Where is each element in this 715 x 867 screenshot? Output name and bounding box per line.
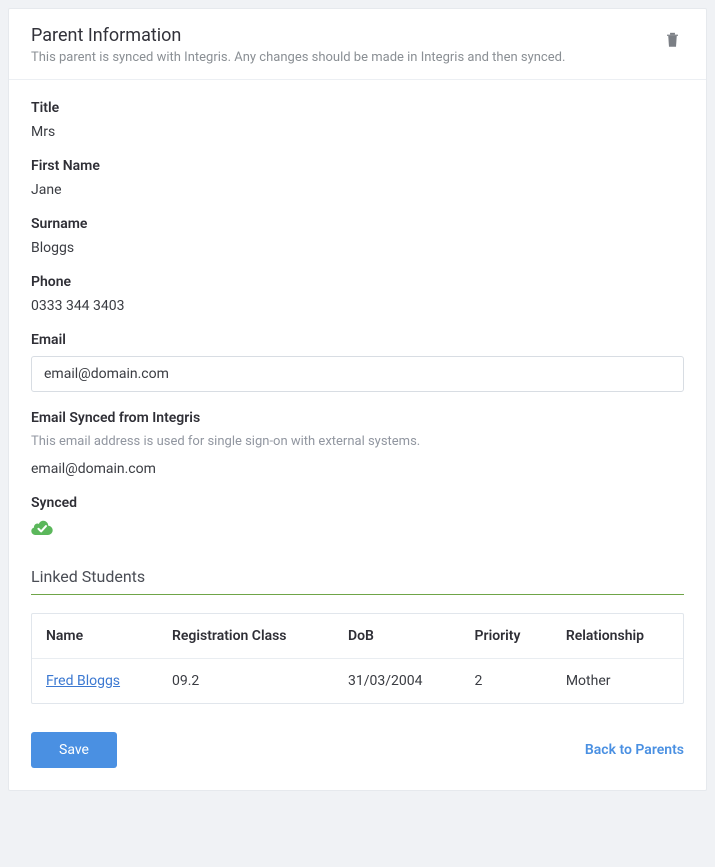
cell-relationship: Mother	[552, 659, 683, 704]
col-dob: DoB	[334, 614, 461, 659]
linked-students-table: Name Registration Class DoB Priority Rel…	[32, 614, 683, 703]
surname-label: Surname	[31, 216, 684, 232]
student-name-link[interactable]: Fred Bloggs	[46, 673, 120, 689]
card-footer: Save Back to Parents	[9, 710, 706, 790]
field-first-name: First Name Jane	[31, 158, 684, 198]
col-relationship: Relationship	[552, 614, 683, 659]
card-header: Parent Information This parent is synced…	[9, 9, 706, 80]
col-reg-class: Registration Class	[158, 614, 334, 659]
col-name: Name	[32, 614, 158, 659]
field-surname: Surname Bloggs	[31, 216, 684, 256]
save-button[interactable]: Save	[31, 732, 117, 768]
synced-label: Synced	[31, 495, 684, 511]
email-input[interactable]	[31, 356, 684, 392]
title-value: Mrs	[31, 124, 684, 140]
synced-email-label: Email Synced from Integris	[31, 410, 684, 426]
field-synced: Synced	[31, 495, 684, 539]
linked-students-title: Linked Students	[31, 567, 684, 595]
table-row: Fred Bloggs 09.2 31/03/2004 2 Mother	[32, 659, 683, 704]
firstname-label: First Name	[31, 158, 684, 174]
phone-value: 0333 344 3403	[31, 298, 684, 314]
page-title: Parent Information	[31, 25, 661, 46]
synced-email-value: email@domain.com	[31, 461, 684, 477]
linked-students-table-wrap: Name Registration Class DoB Priority Rel…	[31, 613, 684, 704]
firstname-value: Jane	[31, 182, 684, 198]
synced-email-helper: This email address is used for single si…	[31, 434, 684, 449]
field-synced-email: Email Synced from Integris This email ad…	[31, 410, 684, 477]
cell-priority: 2	[461, 659, 552, 704]
field-email: Email	[31, 332, 684, 392]
phone-label: Phone	[31, 274, 684, 290]
page-subtitle: This parent is synced with Integris. Any…	[31, 50, 661, 65]
field-title: Title Mrs	[31, 100, 684, 140]
cell-dob: 31/03/2004	[334, 659, 461, 704]
cell-reg-class: 09.2	[158, 659, 334, 704]
title-label: Title	[31, 100, 684, 116]
surname-value: Bloggs	[31, 240, 684, 256]
table-header-row: Name Registration Class DoB Priority Rel…	[32, 614, 683, 659]
field-phone: Phone 0333 344 3403	[31, 274, 684, 314]
trash-icon	[665, 31, 680, 48]
cloud-check-icon	[31, 519, 53, 535]
delete-button[interactable]	[661, 25, 684, 54]
parent-info-card: Parent Information This parent is synced…	[8, 8, 707, 791]
back-to-parents-link[interactable]: Back to Parents	[585, 742, 684, 758]
email-label: Email	[31, 332, 684, 348]
col-priority: Priority	[461, 614, 552, 659]
card-body: Title Mrs First Name Jane Surname Bloggs…	[9, 80, 706, 704]
card-header-text: Parent Information This parent is synced…	[31, 25, 661, 65]
